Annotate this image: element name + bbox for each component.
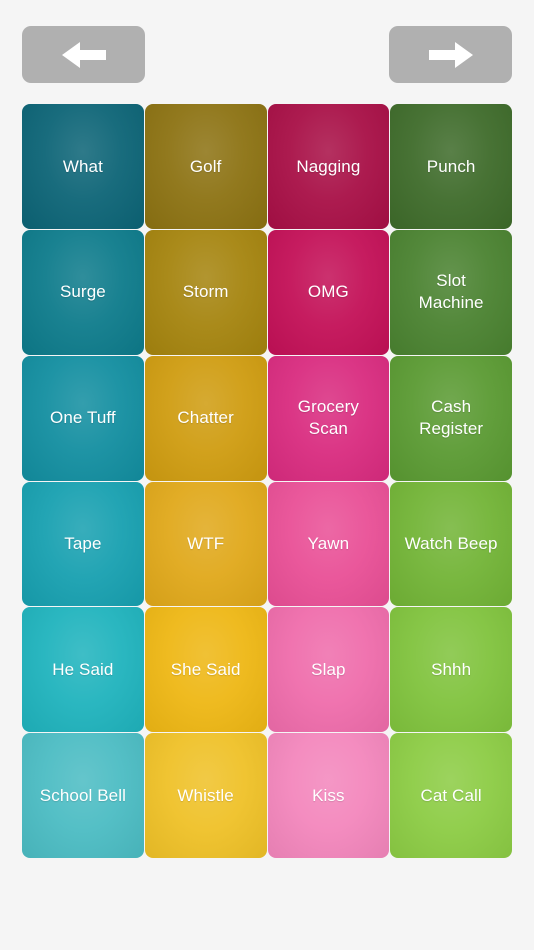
- sound-tile-label: Nagging: [296, 156, 361, 176]
- sound-tile-label: Tape: [64, 534, 102, 554]
- sound-tile-label: Shhh: [431, 659, 472, 679]
- sound-tile-label: OMG: [307, 282, 349, 302]
- sound-tile-label: Whistle: [177, 785, 234, 805]
- sound-tile[interactable]: Chatter: [144, 355, 267, 481]
- sound-tile-label: Chatter: [177, 408, 234, 428]
- sound-tile[interactable]: Watch Beep: [390, 481, 512, 607]
- sound-tile-label: Cat Call: [420, 785, 482, 805]
- sound-tile[interactable]: Cash Register: [390, 355, 512, 481]
- sound-tile[interactable]: OMG: [267, 229, 390, 355]
- sound-tile-label: WTF: [187, 534, 225, 554]
- sound-tile[interactable]: Punch: [390, 104, 512, 229]
- next-page-button[interactable]: [389, 26, 512, 83]
- sound-tile[interactable]: She Said: [144, 607, 267, 733]
- sound-tile[interactable]: Golf: [144, 104, 267, 229]
- sound-tile[interactable]: Whistle: [144, 733, 267, 858]
- arrow-right-icon: [424, 40, 478, 70]
- sound-tile[interactable]: One Tuff: [22, 355, 144, 481]
- sound-tile[interactable]: Kiss: [267, 733, 390, 858]
- sound-tile[interactable]: What: [22, 104, 144, 229]
- sound-tile-label: Storm: [182, 282, 229, 302]
- sound-tile-label: He Said: [52, 659, 114, 679]
- sound-tile-label: Watch Beep: [404, 534, 498, 554]
- sound-tile-label: Surge: [59, 282, 106, 302]
- sound-tile[interactable]: Grocery Scan: [267, 355, 390, 481]
- sound-tile-label: Yawn: [307, 534, 350, 554]
- sound-tile[interactable]: Tape: [22, 481, 144, 607]
- sound-tile-label: School Bell: [39, 785, 126, 805]
- sound-tile-label: What: [62, 156, 103, 176]
- sound-tile[interactable]: Cat Call: [390, 733, 512, 858]
- sound-tile[interactable]: Storm: [144, 229, 267, 355]
- sound-tile[interactable]: Nagging: [267, 104, 390, 229]
- sound-tile[interactable]: WTF: [144, 481, 267, 607]
- sound-tile-label: Slap: [311, 659, 346, 679]
- sound-tile[interactable]: Shhh: [390, 607, 512, 733]
- navigation-bar: [0, 0, 534, 104]
- sound-tile[interactable]: Slot Machine: [390, 229, 512, 355]
- arrow-left-icon: [57, 40, 111, 70]
- sound-tile-label: Cash Register: [419, 397, 484, 439]
- sound-tile[interactable]: Yawn: [267, 481, 390, 607]
- sound-tile-label: Grocery Scan: [297, 397, 359, 439]
- sound-tile-label: Punch: [426, 156, 476, 176]
- previous-page-button[interactable]: [22, 26, 145, 83]
- sound-tile-grid: What Golf Nagging Punch Surge Storm OMG Slot Ma…: [22, 104, 512, 858]
- sound-tile-label: Kiss: [312, 785, 345, 805]
- sound-tile-label: Slot Machine: [418, 271, 484, 313]
- sound-tile-label: One Tuff: [50, 408, 116, 428]
- sound-tile-label: Golf: [189, 156, 222, 176]
- sound-tile[interactable]: School Bell: [22, 733, 144, 858]
- sound-tile[interactable]: He Said: [22, 607, 144, 733]
- sound-tile[interactable]: Surge: [22, 229, 144, 355]
- sound-tile-label: She Said: [170, 659, 241, 679]
- sound-tile[interactable]: Slap: [267, 607, 390, 733]
